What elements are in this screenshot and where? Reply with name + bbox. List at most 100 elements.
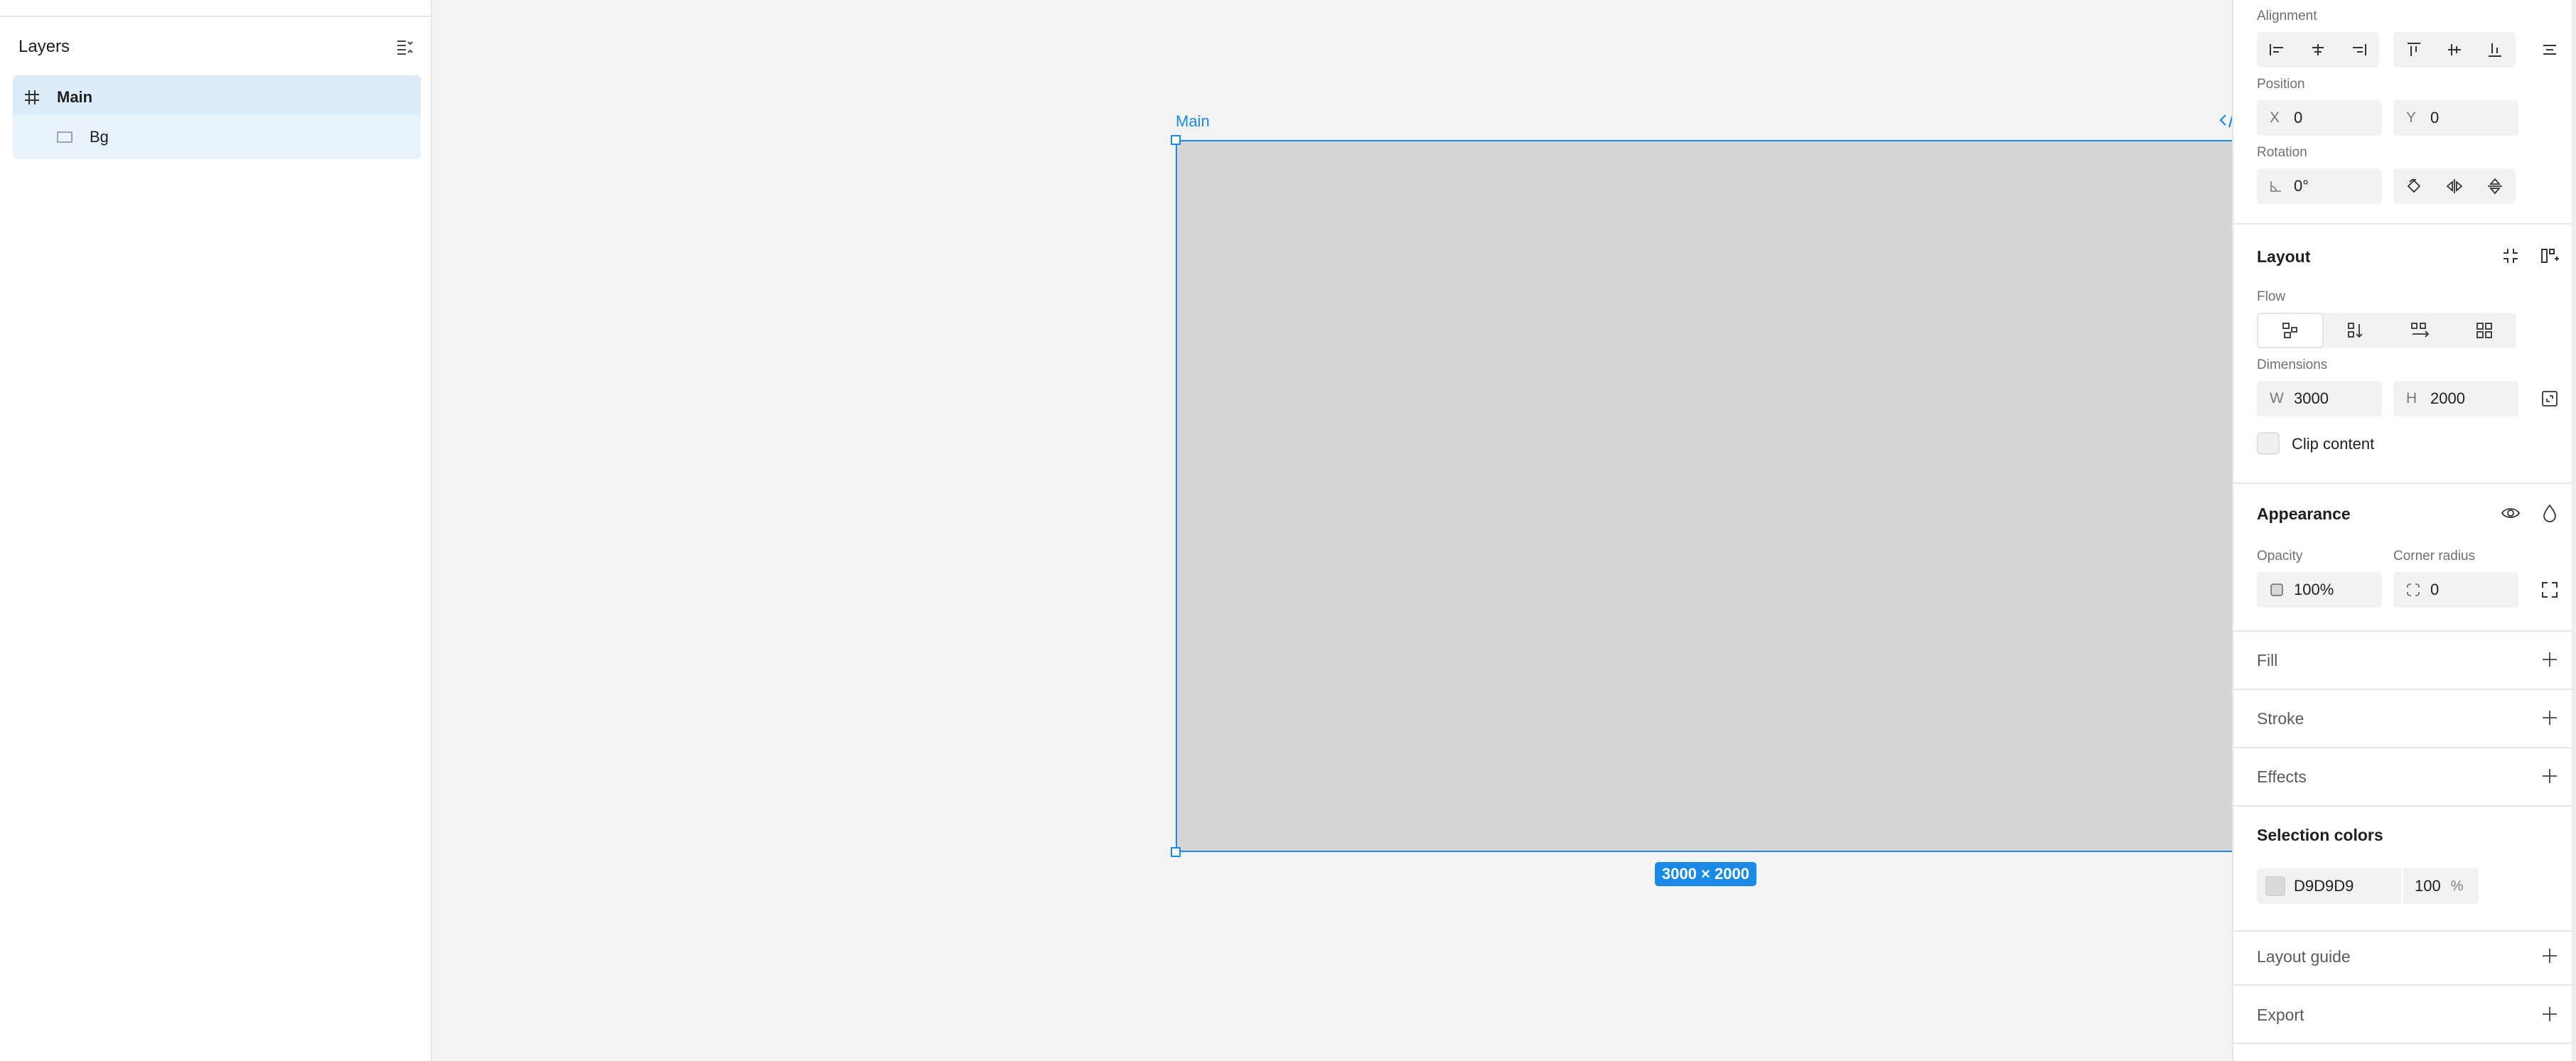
position-label: Position xyxy=(2257,77,2305,92)
align-middle-icon[interactable] xyxy=(2434,32,2474,68)
opacity-label: Opacity xyxy=(2257,549,2303,564)
layers-title: Layers xyxy=(18,37,70,56)
flow-label: Flow xyxy=(2257,289,2286,304)
add-effect-icon[interactable] xyxy=(2539,765,2560,787)
scrollbar[interactable] xyxy=(2572,0,2576,1061)
horizontal-align-group xyxy=(2257,32,2379,68)
opacity-value: 100% xyxy=(2294,581,2334,598)
frame-label[interactable]: Main xyxy=(1176,112,1210,131)
color-hex: D9D9D9 xyxy=(2294,877,2354,895)
frame-main[interactable] xyxy=(1176,140,2242,852)
collapse-layers-icon[interactable] xyxy=(394,36,417,58)
rotate-icon[interactable] xyxy=(2393,168,2434,204)
selection-color-opacity-field[interactable]: 100 % xyxy=(2403,868,2479,904)
collapse-layout-icon[interactable] xyxy=(2500,245,2521,266)
flip-horizontal-icon[interactable] xyxy=(2434,168,2474,204)
align-right-icon[interactable] xyxy=(2339,32,2379,68)
flow-horizontal-icon[interactable] xyxy=(2388,313,2452,348)
w-prefix: W xyxy=(2270,390,2284,406)
opacity-icon xyxy=(2270,583,2285,597)
section-divider xyxy=(2233,984,2572,986)
properties-panel: Alignment Position X 0 Y 0 Rotation 0° L… xyxy=(2232,0,2576,1061)
layer-item-main[interactable]: Main xyxy=(13,75,421,119)
flip-vertical-icon[interactable] xyxy=(2475,168,2516,204)
distribute-icon[interactable] xyxy=(2539,39,2560,60)
position-x-field[interactable]: X 0 xyxy=(2257,100,2382,136)
section-divider xyxy=(2233,223,2572,225)
effects-title: Effects xyxy=(2257,768,2307,786)
resize-handle-top-left[interactable] xyxy=(1171,135,1181,145)
add-stroke-icon[interactable] xyxy=(2539,707,2560,728)
h-value: 2000 xyxy=(2430,389,2465,407)
layer-label: Main xyxy=(57,88,93,106)
y-value: 0 xyxy=(2430,109,2440,126)
rotation-value: 0° xyxy=(2294,177,2309,195)
eye-icon[interactable] xyxy=(2500,502,2521,524)
angle-icon xyxy=(2270,180,2285,193)
flow-freeform-icon[interactable] xyxy=(2257,313,2324,348)
x-prefix: X xyxy=(2270,109,2280,126)
section-divider xyxy=(2233,483,2572,484)
layout-title: Layout xyxy=(2257,247,2311,266)
flow-vertical-icon[interactable] xyxy=(2324,313,2388,348)
color-swatch[interactable] xyxy=(2265,876,2285,896)
drop-icon[interactable] xyxy=(2539,502,2560,524)
add-export-icon[interactable] xyxy=(2539,1003,2560,1025)
section-divider xyxy=(2233,630,2572,632)
stroke-title: Stroke xyxy=(2257,709,2304,728)
color-opacity: 100 xyxy=(2415,877,2441,895)
section-divider xyxy=(2233,1043,2572,1044)
auto-layout-icon[interactable] xyxy=(2539,245,2560,266)
width-field[interactable]: W 3000 xyxy=(2257,381,2382,416)
fill-title: Fill xyxy=(2257,651,2278,669)
rectangle-icon xyxy=(54,126,75,148)
align-top-icon[interactable] xyxy=(2393,32,2434,68)
vertical-align-group xyxy=(2393,32,2516,68)
h-prefix: H xyxy=(2406,390,2417,406)
rotation-field[interactable]: 0° xyxy=(2257,168,2382,204)
appearance-title: Appearance xyxy=(2257,505,2351,523)
export-title: Export xyxy=(2257,1006,2304,1024)
selection-color-hex-field[interactable]: D9D9D9 xyxy=(2257,868,2401,904)
corner-radius-icon xyxy=(2406,583,2422,597)
clip-content-checkbox[interactable] xyxy=(2257,432,2280,455)
corner-radius-value: 0 xyxy=(2430,581,2440,598)
section-divider xyxy=(2233,689,2572,690)
independent-corners-icon[interactable] xyxy=(2539,579,2560,600)
percent-unit: % xyxy=(2450,878,2464,894)
layers-panel: Layers Main Bg xyxy=(0,0,432,1061)
opacity-field[interactable]: 100% xyxy=(2257,572,2382,608)
rotation-label: Rotation xyxy=(2257,145,2307,160)
align-center-h-icon[interactable] xyxy=(2297,32,2338,68)
x-value: 0 xyxy=(2294,109,2303,126)
clip-content-label: Clip content xyxy=(2292,435,2375,453)
canvas[interactable]: Main 3000 × 2000 xyxy=(432,0,2247,1061)
align-left-icon[interactable] xyxy=(2257,32,2297,68)
corner-radius-label: Corner radius xyxy=(2393,549,2476,564)
transform-group xyxy=(2393,168,2516,204)
size-badge: 3000 × 2000 xyxy=(1655,862,1756,886)
section-divider xyxy=(2233,930,2572,932)
panel-divider xyxy=(0,16,431,17)
layers-header: Layers xyxy=(18,34,417,60)
layer-item-bg[interactable]: Bg xyxy=(13,115,421,159)
position-y-field[interactable]: Y 0 xyxy=(2393,100,2518,136)
section-divider xyxy=(2233,747,2572,748)
corner-radius-field[interactable]: 0 xyxy=(2393,572,2518,608)
layer-label: Bg xyxy=(90,128,109,146)
align-bottom-icon[interactable] xyxy=(2475,32,2516,68)
flow-grid-icon[interactable] xyxy=(2452,313,2516,348)
flow-group xyxy=(2257,313,2516,348)
add-layout-guide-icon[interactable] xyxy=(2539,945,2560,966)
add-fill-icon[interactable] xyxy=(2539,649,2560,670)
resize-to-fit-icon[interactable] xyxy=(2539,388,2560,409)
dimensions-label: Dimensions xyxy=(2257,357,2328,372)
alignment-label: Alignment xyxy=(2257,9,2317,23)
frame-hash-icon xyxy=(21,87,43,108)
layout-guide-title: Layout guide xyxy=(2257,947,2351,966)
y-prefix: Y xyxy=(2406,109,2417,126)
resize-handle-bottom-left[interactable] xyxy=(1171,847,1181,857)
selection-colors-title: Selection colors xyxy=(2257,826,2383,844)
w-value: 3000 xyxy=(2294,389,2329,407)
height-field[interactable]: H 2000 xyxy=(2393,381,2518,416)
